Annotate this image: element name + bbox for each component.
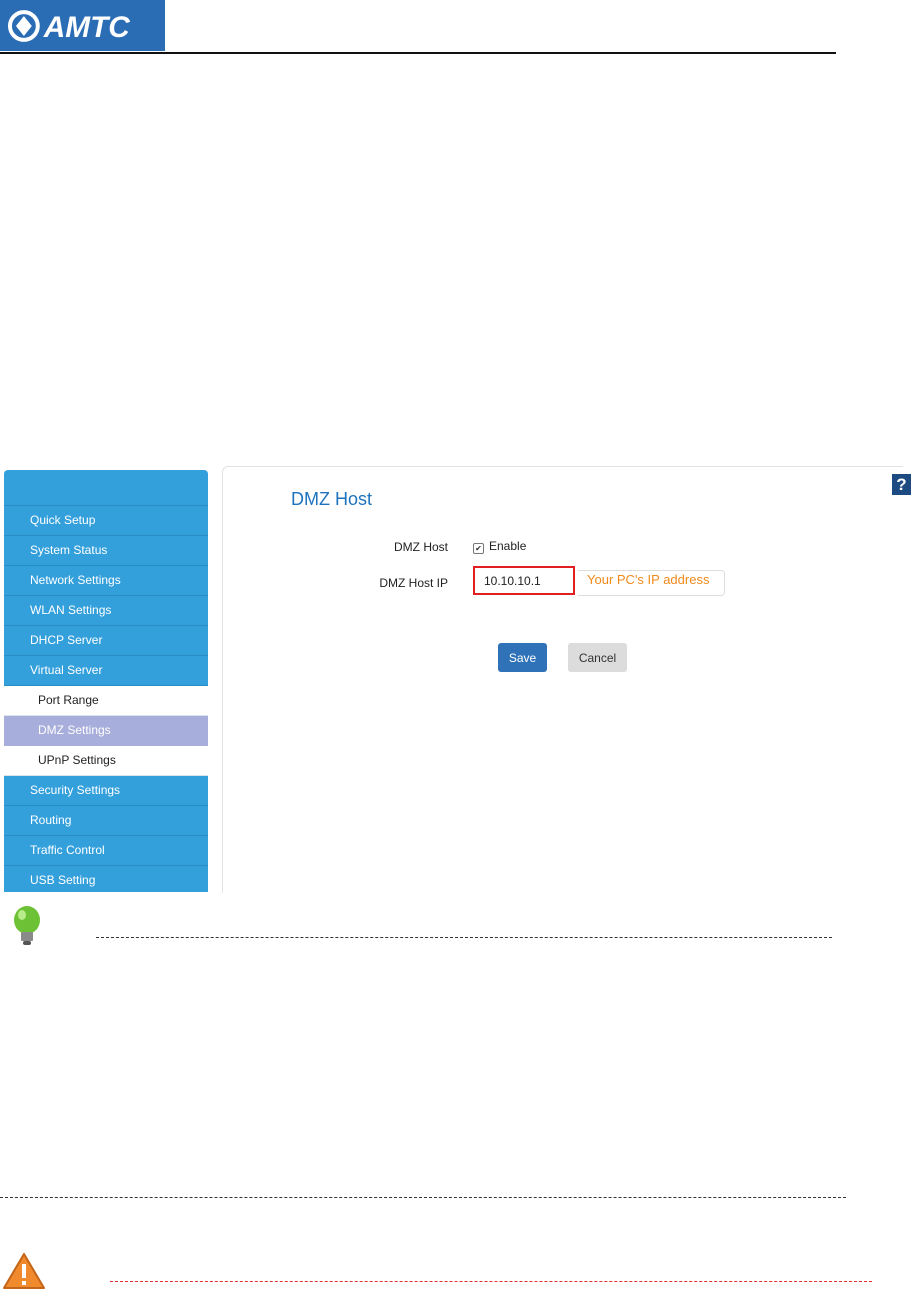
sidebar-item-system-status[interactable]: System Status xyxy=(4,536,208,566)
brand-logo: AMTC xyxy=(0,0,165,51)
sidebar-item-quick-setup[interactable]: Quick Setup xyxy=(4,506,208,536)
page-title: DMZ Host xyxy=(291,489,372,509)
amtc-logo-icon: AMTC xyxy=(7,9,131,43)
router-ui-screenshot: Quick Setup System Status Network Settings… xyxy=(0,466,911,893)
sidebar-item-security-settings[interactable]: Security Settings xyxy=(4,776,208,806)
header-rule xyxy=(0,52,836,54)
tip-divider xyxy=(96,937,832,938)
sidebar-item-port-range[interactable]: Port Range xyxy=(4,686,208,716)
svg-text:AMTC: AMTC xyxy=(43,10,131,43)
checkbox-check-icon: ✔ xyxy=(475,544,482,553)
main-panel: DMZ Host DMZ Host ✔ Enable DMZ Host IP Y… xyxy=(222,466,903,893)
sidebar-menu: Quick Setup System Status Network Settings… xyxy=(4,506,208,892)
cancel-button[interactable]: Cancel xyxy=(568,643,627,672)
sidebar-item-dmz-settings[interactable]: DMZ Settings xyxy=(4,716,208,746)
sidebar-item-traffic-control[interactable]: Traffic Control xyxy=(4,836,208,866)
warning-divider xyxy=(110,1281,872,1282)
enable-checkbox[interactable]: ✔ xyxy=(473,543,484,554)
sidebar-item-virtual-server[interactable]: Virtual Server xyxy=(4,656,208,686)
dmz-host-ip-input[interactable] xyxy=(473,566,575,595)
sidebar-item-dhcp-server[interactable]: DHCP Server xyxy=(4,626,208,656)
ip-hint: Your PC's IP address xyxy=(578,570,725,596)
sidebar-item-wlan-settings[interactable]: WLAN Settings xyxy=(4,596,208,626)
sidebar-item-upnp-settings[interactable]: UPnP Settings xyxy=(4,746,208,776)
warning-icon xyxy=(3,1253,45,1289)
lightbulb-icon xyxy=(14,906,40,945)
help-icon[interactable]: ? xyxy=(892,474,911,495)
section-divider xyxy=(0,1197,846,1198)
dmz-host-label: DMZ Host xyxy=(394,540,448,554)
sidebar-item-network-settings[interactable]: Network Settings xyxy=(4,566,208,596)
sidebar: Quick Setup System Status Network Settings… xyxy=(4,470,208,892)
sidebar-header xyxy=(4,470,208,506)
dmz-host-ip-label: DMZ Host IP xyxy=(379,576,448,590)
sidebar-item-usb-setting[interactable]: USB Setting xyxy=(4,866,208,892)
sidebar-item-routing[interactable]: Routing xyxy=(4,806,208,836)
enable-label: Enable xyxy=(489,539,527,553)
save-button[interactable]: Save xyxy=(498,643,547,672)
